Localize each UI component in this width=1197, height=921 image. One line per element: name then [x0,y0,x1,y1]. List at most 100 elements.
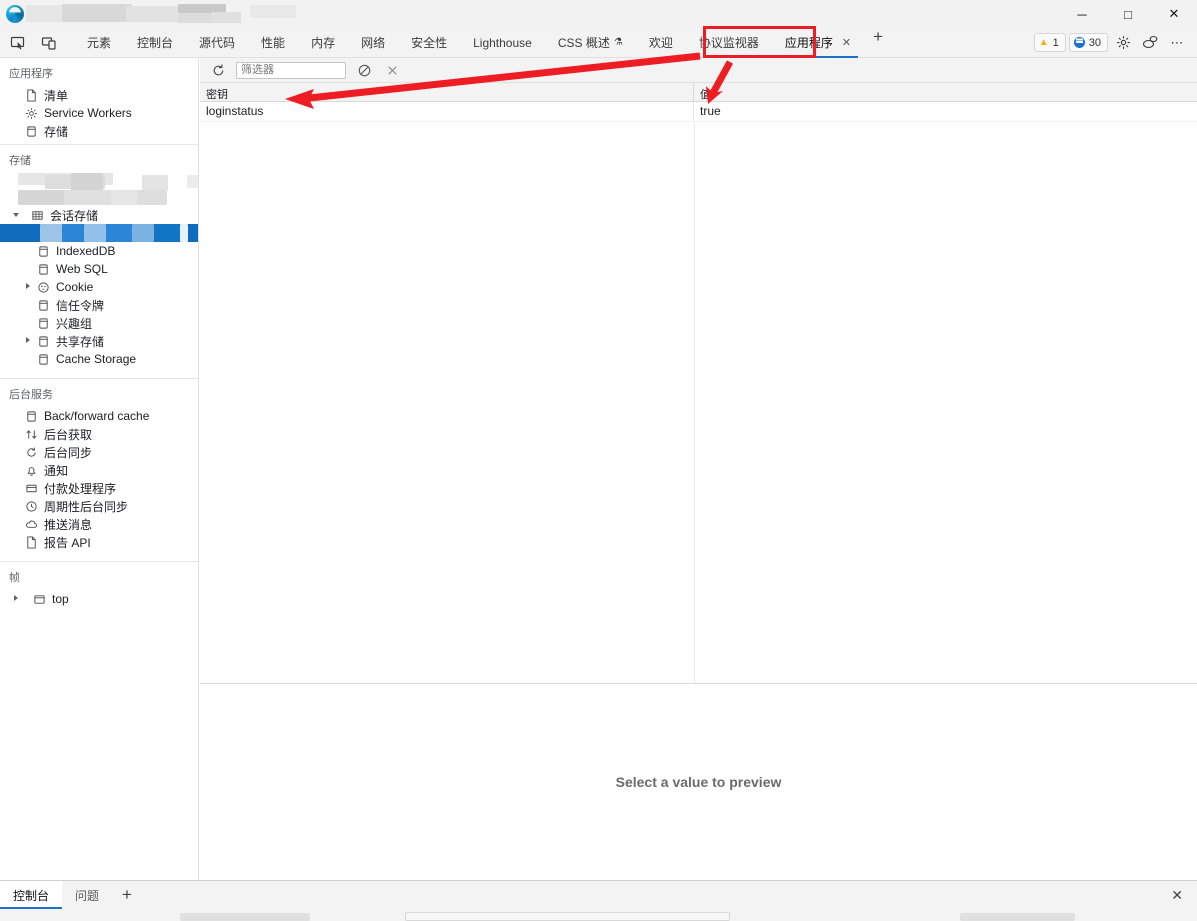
database-icon [36,334,50,348]
column-header-value[interactable]: 值 [694,83,1197,101]
sidebar-item-background-sync[interactable]: 后台同步 [0,443,198,461]
message-bubble-icon [1074,37,1085,48]
tab-label: 性能 [261,34,285,51]
table-header-row: 密钥 值 [200,83,1197,102]
sidebar-item-label: Back/forward cache [44,409,149,423]
gear-icon[interactable] [1111,32,1135,54]
tab-label: 协议监视器 [699,34,759,51]
sidebar-item-web-sql[interactable]: Web SQL [0,260,198,278]
warning-badge[interactable]: ▲ 1 [1034,33,1066,52]
sidebar-item-label: 共享存储 [56,333,104,350]
storage-main-panel: 密钥 值 loginstatus true Select a value to … [200,58,1197,880]
tab-performance[interactable]: 性能 [248,28,298,58]
bell-icon [24,463,38,477]
database-icon [36,244,50,258]
feedback-icon[interactable] [1138,32,1162,54]
filter-input[interactable] [236,62,346,79]
table-row[interactable]: loginstatus true [200,102,1197,122]
chevron-right-icon[interactable] [14,595,18,601]
devtools-drawer: 控制台 问题 + ✕ [0,880,1197,921]
sidebar-item-session-storage[interactable]: 会话存储 [0,206,198,224]
chevron-right-icon[interactable] [26,337,30,343]
sync-icon [24,445,38,459]
manifest-icon [24,88,38,102]
add-tab-button[interactable]: + [864,28,892,58]
arrows-updown-icon [24,427,38,441]
more-options-icon[interactable]: ⋯ [1165,32,1189,54]
delete-selected-icon[interactable] [382,60,402,80]
sidebar-item-periodic-background-sync[interactable]: 周期性后台同步 [0,497,198,515]
database-icon [36,352,50,366]
sidebar-item-label: 信任令牌 [56,297,104,314]
drawer-content-redacted [0,911,1197,921]
clear-all-icon[interactable] [354,60,374,80]
document-icon [24,535,38,549]
sidebar-item-bfcache[interactable]: Back/forward cache [0,407,198,425]
sidebar-item-payment-handler[interactable]: 付款处理程序 [0,479,198,497]
sidebar-item-reporting-api[interactable]: 报告 API [0,533,198,551]
sidebar-item-label: Cache Storage [56,352,136,366]
sidebar-section-background-title: 后台服务 [0,379,198,407]
sidebar-item-push-messaging[interactable]: 推送消息 [0,515,198,533]
sidebar-item-frame-top[interactable]: top [0,590,198,608]
tab-label: 欢迎 [649,34,673,51]
sidebar-item-notifications[interactable]: 通知 [0,461,198,479]
sidebar-section-application-title: 应用程序 [0,58,198,86]
sidebar-item-cache-storage[interactable]: Cache Storage [0,350,198,368]
sidebar-item-cookie[interactable]: Cookie [0,278,198,296]
tab-elements[interactable]: 元素 [74,28,124,58]
sidebar-item-label: Web SQL [56,262,108,276]
tab-welcome[interactable]: 欢迎 [636,28,686,58]
maximize-button[interactable]: □ [1105,0,1151,28]
sidebar-item-background-fetch[interactable]: 后台获取 [0,425,198,443]
sidebar-item-storage[interactable]: 存储 [0,122,198,140]
table-empty-area [200,123,1197,683]
minimize-button[interactable]: ─ [1059,0,1105,28]
close-window-button[interactable]: ✕ [1151,0,1197,28]
sidebar-item-manifest[interactable]: 清单 [0,86,198,104]
sidebar-item-origin-redacted[interactable] [9,173,198,206]
sidebar-item-indexeddb[interactable]: IndexedDB [0,242,198,260]
sidebar-item-trust-tokens[interactable]: 信任令牌 [0,296,198,314]
sidebar-item-label: 会话存储 [50,207,98,224]
sidebar-item-service-workers[interactable]: Service Workers [0,104,198,122]
sidebar-item-shared-storage[interactable]: 共享存储 [0,332,198,350]
tab-css-overview[interactable]: CSS 概述 ⚗ [545,28,636,58]
tab-console[interactable]: 控制台 [124,28,186,58]
tab-label: 网络 [361,34,385,51]
close-icon[interactable]: ✕ [842,36,851,49]
sidebar-item-label: Service Workers [44,106,132,120]
tab-lighthouse[interactable]: Lighthouse [460,28,545,58]
sidebar-item-label: 付款处理程序 [44,480,116,497]
sidebar-item-label: 报告 API [44,534,91,551]
drawer-close-button[interactable]: ✕ [1165,881,1189,909]
tab-network[interactable]: 网络 [348,28,398,58]
tab-protocol-monitor[interactable]: 协议监视器 [686,28,772,58]
sidebar-item-label: 清单 [44,87,68,104]
sidebar-item-label: 后台获取 [44,426,92,443]
refresh-icon[interactable] [208,60,228,80]
frame-icon [32,592,46,606]
chevron-down-icon[interactable] [13,213,19,217]
tab-label: 元素 [87,34,111,51]
tab-application[interactable]: 应用程序 ✕ [772,28,864,58]
message-badge[interactable]: 30 [1069,33,1108,52]
preview-empty-message: Select a value to preview [616,774,782,790]
tab-sources[interactable]: 源代码 [186,28,248,58]
sidebar-section-frames-title: 帧 [0,562,198,590]
cell-key[interactable]: loginstatus [200,102,694,121]
tab-security[interactable]: 安全性 [398,28,460,58]
chevron-right-icon[interactable] [26,283,30,289]
drawer-add-tab-button[interactable]: + [112,881,142,909]
column-header-key[interactable]: 密钥 [200,83,694,101]
sidebar-item-selected-origin-redacted[interactable] [0,224,198,242]
device-toolbar-icon[interactable] [36,30,62,56]
warning-count: 1 [1053,37,1059,49]
inspect-element-icon[interactable] [5,30,31,56]
drawer-tab-issues[interactable]: 问题 [62,881,112,909]
cell-value[interactable]: true [694,102,1197,121]
tab-memory[interactable]: 内存 [298,28,348,58]
sidebar-item-interest-groups[interactable]: 兴趣组 [0,314,198,332]
drawer-tab-console[interactable]: 控制台 [0,881,62,909]
cloud-icon [24,517,38,531]
